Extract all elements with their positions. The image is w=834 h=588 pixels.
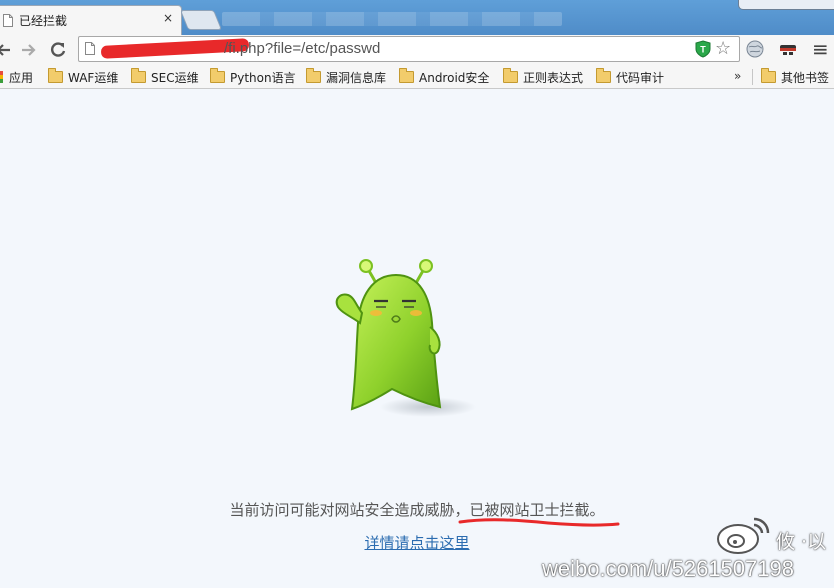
details-link-text[interactable]: 详情请点击这里: [364, 534, 469, 552]
folder-icon: [399, 68, 414, 83]
bookmark-label: 其他书签: [781, 70, 830, 85]
globe-icon[interactable]: [745, 39, 765, 59]
back-arrow-icon[interactable]: [0, 38, 16, 62]
svg-text:T: T: [700, 45, 706, 55]
background-tabs: [222, 12, 562, 26]
browser-window: 已经拦截 × /fi.php?file=/etc/passwd T ☆ ≡ 应用…: [0, 0, 834, 588]
bookmark-label: SEC运维: [151, 70, 199, 85]
bookmark-label: 应用: [9, 70, 34, 85]
star-icon[interactable]: ☆: [715, 39, 731, 59]
bookmark-apps[interactable]: 应用: [0, 68, 33, 86]
new-tab-button[interactable]: [179, 10, 223, 30]
bookmark-label: 漏洞信息库: [326, 70, 387, 85]
bookmark-code-audit[interactable]: 代码审计: [596, 68, 664, 86]
bookmark-label: Android安全: [419, 70, 490, 85]
bookmark-sec[interactable]: SEC运维: [131, 68, 199, 86]
mascot-illustration: [335, 259, 476, 417]
bookmarks-overflow-button[interactable]: »: [734, 69, 741, 83]
apps-icon: [0, 71, 3, 83]
page-content: 当前访问可能对网站安全造成威胁，已被网站卫士拦截。 详情请点击这里 攸 ·以 w…: [0, 89, 834, 588]
menu-icon[interactable]: ≡: [812, 39, 830, 59]
bookmark-label: 正则表达式: [523, 70, 584, 85]
tab-title: 已经拦截: [19, 14, 68, 28]
url-text: /fi.php?file=/etc/passwd: [224, 40, 381, 57]
block-message: 当前访问可能对网站安全造成威胁，已被网站卫士拦截。: [229, 501, 605, 519]
bookmark-vuln-db[interactable]: 漏洞信息库: [306, 68, 386, 86]
folder-icon: [761, 68, 776, 83]
bookmark-regex[interactable]: 正则表达式: [503, 68, 583, 86]
folder-icon: [131, 68, 146, 83]
bookmark-label: Python语言: [230, 70, 296, 85]
folder-icon: [306, 68, 321, 83]
window-controls[interactable]: [738, 0, 834, 10]
reload-icon[interactable]: [47, 38, 69, 62]
folder-icon: [503, 68, 518, 83]
tab-strip: 已经拦截 ×: [0, 0, 834, 36]
watermark-name: 攸 ·以: [776, 531, 827, 553]
close-icon[interactable]: ×: [163, 11, 173, 25]
address-bar[interactable]: /fi.php?file=/etc/passwd T ☆: [78, 36, 740, 62]
details-link[interactable]: 详情请点击这里: [0, 532, 834, 553]
incognito-extension-icon[interactable]: [778, 39, 798, 59]
bookmark-android[interactable]: Android安全: [399, 68, 489, 86]
bookmark-label: 代码审计: [616, 70, 665, 85]
bookmark-python[interactable]: Python语言: [210, 68, 296, 86]
shield-icon[interactable]: T: [695, 40, 711, 58]
page-icon: [85, 42, 95, 55]
tab-blocked[interactable]: 已经拦截 ×: [0, 5, 182, 36]
bookmarks-bar: 应用 WAF运维 SEC运维 Python语言 漏洞信息库 Android安全 …: [0, 66, 834, 89]
page-icon: [3, 14, 13, 27]
bookmark-waf[interactable]: WAF运维: [48, 68, 118, 86]
folder-icon: [210, 68, 225, 83]
folder-icon: [596, 68, 611, 83]
weibo-logo-icon: [717, 517, 770, 554]
annotation-underline: [458, 518, 620, 527]
toolbar: /fi.php?file=/etc/passwd T ☆ ≡: [0, 35, 834, 66]
bookmark-label: WAF运维: [68, 70, 119, 85]
divider: [752, 69, 753, 85]
bookmark-other[interactable]: 其他书签: [761, 68, 829, 86]
forward-arrow-icon[interactable]: [18, 38, 40, 62]
folder-icon: [48, 68, 63, 83]
watermark-url: weibo.com/u/5261507198: [542, 556, 794, 581]
